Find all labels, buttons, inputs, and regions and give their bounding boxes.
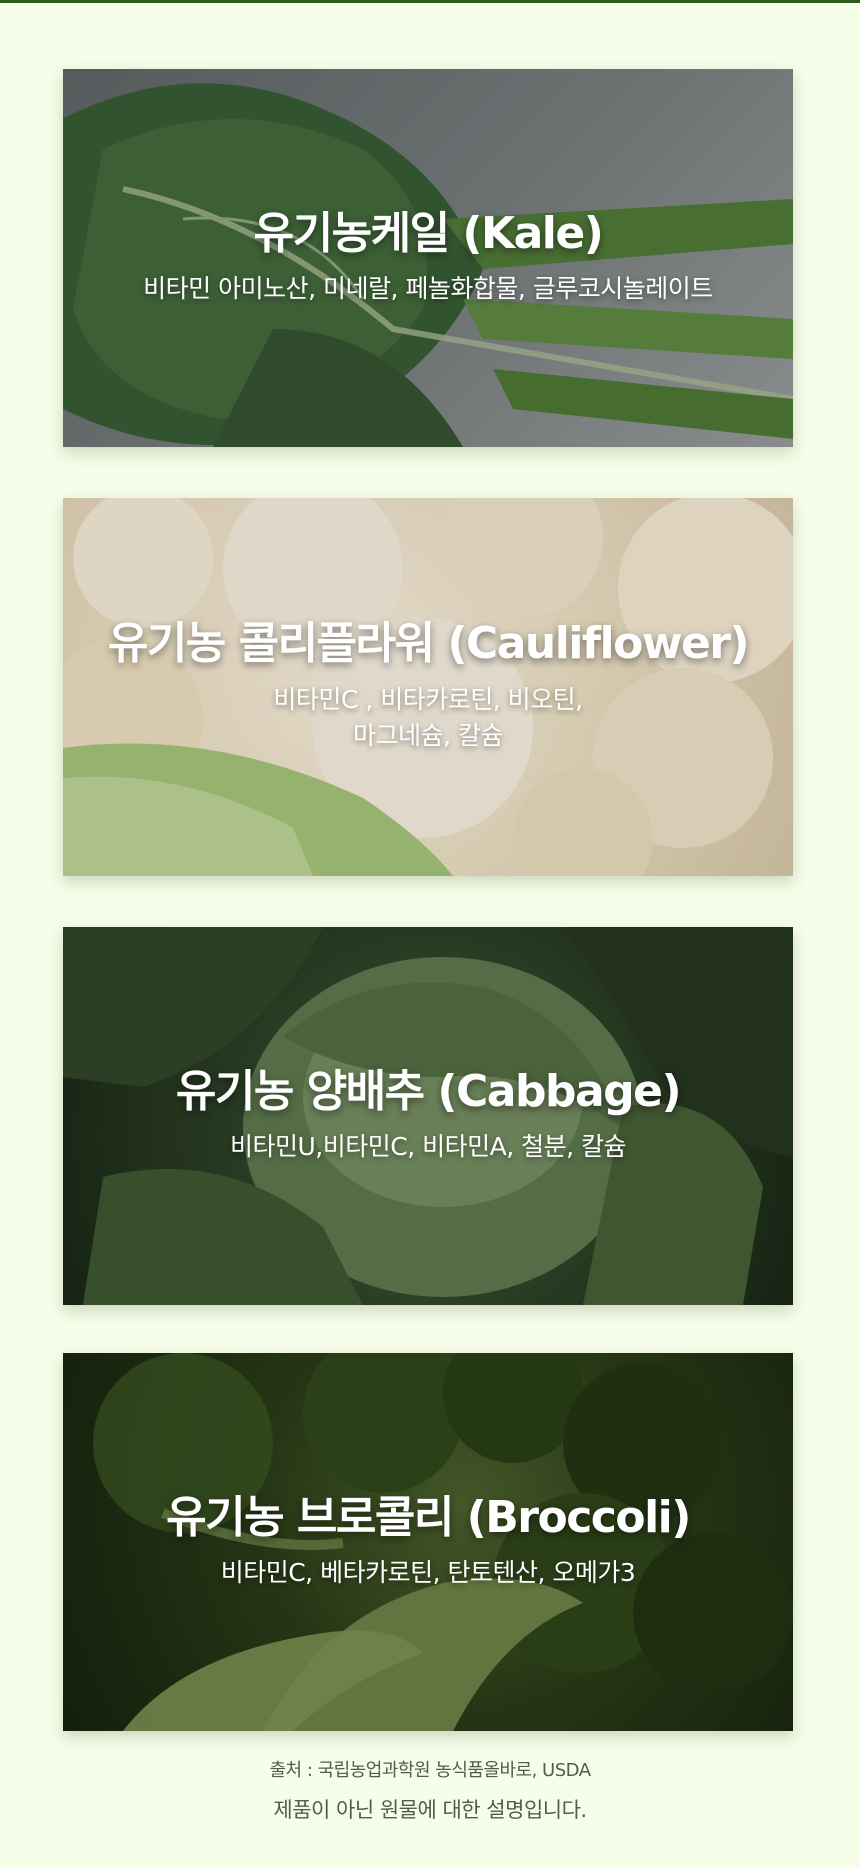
source-note: 출처 : 국립농업과학원 농식품올바로, USDA xyxy=(269,1760,591,1781)
cauliflower-text: 유기농 콜리플라워 (Cauliflower) 비타민C , 비타카로틴, 비오… xyxy=(63,498,793,876)
kale-nutrients: 비타민 아미노산, 미네랄, 페놀화합물, 글루코시놀레이트 xyxy=(143,274,713,304)
kale-card: 유기농케일 (Kale) 비타민 아미노산, 미네랄, 페놀화합물, 글루코시놀… xyxy=(63,69,793,447)
broccoli-text: 유기농 브로콜리 (Broccoli) 비타민C, 베타카로틴, 탄토텐산, 오… xyxy=(63,1353,793,1731)
cauliflower-card: 유기농 콜리플라워 (Cauliflower) 비타민C , 비타카로틴, 비오… xyxy=(63,498,793,876)
broccoli-nutrients: 비타민C, 베타카로틴, 탄토텐산, 오메가3 xyxy=(220,1558,636,1588)
cauliflower-nutrients: 비타민C , 비타카로틴, 비오틴, 마그네슘, 칼슘 xyxy=(273,685,583,751)
cauliflower-title: 유기농 콜리플라워 (Cauliflower) xyxy=(107,618,750,670)
cabbage-card: 유기농 양배추 (Cabbage) 비타민U,비타민C, 비타민A, 철분, 칼… xyxy=(63,927,793,1305)
disclaimer-note: 제품이 아닌 원물에 대한 설명입니다. xyxy=(273,1798,587,1822)
broccoli-title: 유기농 브로콜리 (Broccoli) xyxy=(166,1491,691,1543)
kale-text: 유기농케일 (Kale) 비타민 아미노산, 미네랄, 페놀화합물, 글루코시놀… xyxy=(63,69,793,447)
cabbage-text: 유기농 양배추 (Cabbage) 비타민U,비타민C, 비타민A, 철분, 칼… xyxy=(63,927,793,1305)
cabbage-nutrients: 비타민U,비타민C, 비타민A, 철분, 칼슘 xyxy=(230,1132,627,1162)
cabbage-title: 유기농 양배추 (Cabbage) xyxy=(175,1065,682,1117)
broccoli-card: 유기농 브로콜리 (Broccoli) 비타민C, 베타카로틴, 탄토텐산, 오… xyxy=(63,1353,793,1731)
top-divider xyxy=(0,0,860,3)
kale-title: 유기농케일 (Kale) xyxy=(253,207,604,259)
footer: 출처 : 국립농업과학원 농식품올바로, USDA 제품이 아닌 원물에 대한 … xyxy=(0,1756,860,1824)
